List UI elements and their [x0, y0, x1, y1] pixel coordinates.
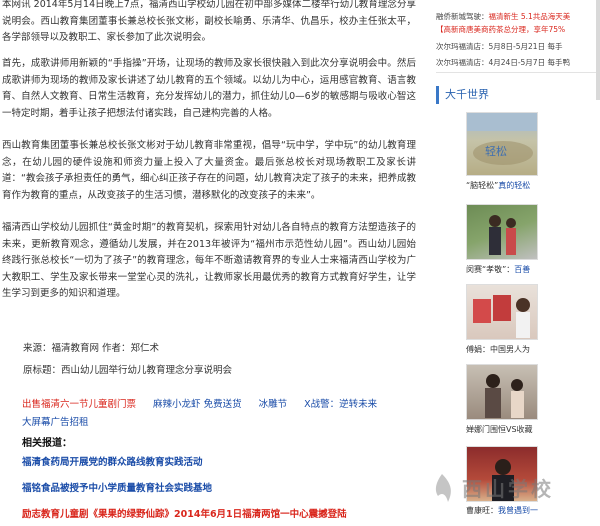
article-paragraph: 福清西山学校幼儿园抓住“黄金时期”的教育契机，探索用针对幼儿各自特点的教育方法塑…	[2, 222, 416, 300]
related-link[interactable]: 福清食药局开展党的群众路线教育实践活动	[22, 454, 203, 468]
photo-caption[interactable]: “脑轻松”真的轻松	[466, 180, 586, 191]
caption-text: 婵娜门围恒VS收藏	[466, 425, 533, 434]
promo-link[interactable]: 大屏幕广告招租	[22, 417, 89, 428]
notice-item[interactable]: 【高新商唐美商药茶总分理，享年75%	[436, 24, 565, 35]
related-heading: 相关报道：	[22, 438, 72, 449]
caption-link[interactable]: 真的轻松	[498, 181, 530, 190]
notice-highlight: 【高新商唐美商药茶总分理，享年75%	[436, 25, 566, 34]
caption-text: 傅娟：中国男人为	[466, 345, 530, 354]
caption-text: “脑轻松”	[466, 181, 499, 190]
scrollbar[interactable]	[596, 0, 600, 100]
section-title: 大千世界	[436, 86, 600, 104]
flame-icon	[435, 474, 451, 502]
article-paragraph: 西山教育集团董事长兼总校长张文彬对于幼儿教育非常重视，倡导“玩中学，学中玩”的幼…	[2, 140, 416, 201]
photo-woman-icon[interactable]	[466, 364, 538, 420]
article-paragraph: 首先，成歌讲师用新颖的“手指操”开场，让现场的教师及家长很快融入到此次分享说明会…	[2, 58, 416, 119]
notice-highlight: 福清新生 5.1共品海天美	[488, 12, 571, 21]
photo-caption[interactable]: 闵赛“孝敬”：百善	[466, 264, 586, 275]
promo-link[interactable]: 麻辣小龙虾 免费送货	[153, 399, 242, 410]
related-link[interactable]: 福铭食品被授予中小学质量教育社会实践基地	[22, 480, 212, 494]
photo-book-woman-icon[interactable]	[466, 284, 538, 340]
right-sidebar: 融侨新城驾驶：福清新生 5.1共品海天美 【高新商唐美商药茶总分理，享年75% …	[430, 0, 600, 526]
article-source: 来源：福清教育网 作者：郑仁术	[23, 343, 160, 354]
watermark-text: 西山学校	[462, 477, 554, 501]
notice-item[interactable]: 次尔玛福清店：5月8日-5月21日 每手	[436, 41, 562, 52]
notice-prefix: 融侨新城驾驶：	[436, 12, 489, 21]
watermark-logo: 西山学校	[435, 468, 598, 510]
photo-crowd-icon[interactable]: 轻松	[466, 112, 538, 176]
promo-links: 出售福清六一节儿童剧门票 麻辣小龙虾 免费送货 冰雕节 X战警：逆转未来 大屏幕…	[22, 396, 412, 432]
article-paragraph: 本网讯 2014年5月14日晚上7点，福清西山学校幼儿园在初中部多媒体二楼举行幼…	[2, 0, 416, 44]
svg-text:轻松: 轻松	[485, 144, 507, 158]
photo-caption[interactable]: 傅娟：中国男人为	[466, 344, 586, 355]
notice-item[interactable]: 次尔玛福清店：4月24日-5月7日 每手鸭	[436, 57, 570, 68]
caption-link[interactable]: 百善	[514, 265, 530, 274]
divider	[436, 72, 596, 73]
photo-couple-icon[interactable]	[466, 204, 538, 260]
related-link[interactable]: 励志教育儿童剧《果果的绿野仙踪》2014年6月1日福清两馆一中心震撼登陆	[22, 506, 347, 520]
article: 本网讯 2014年5月14日晚上7点，福清西山学校幼儿园在初中部多媒体二楼举行幼…	[0, 0, 418, 526]
photo-caption[interactable]: 婵娜门围恒VS收藏	[466, 424, 586, 435]
promo-link[interactable]: X战警：逆转未来	[304, 399, 377, 410]
caption-text: 闵赛“孝敬”：	[466, 265, 515, 274]
promo-link[interactable]: 出售福清六一节儿童剧门票	[22, 399, 136, 410]
notice-item[interactable]: 融侨新城驾驶：福清新生 5.1共品海天美	[436, 11, 570, 22]
article-original-title: 原标题：西山幼儿园举行幼儿教育理念分享说明会	[23, 365, 233, 376]
promo-link[interactable]: 冰雕节	[259, 399, 288, 410]
